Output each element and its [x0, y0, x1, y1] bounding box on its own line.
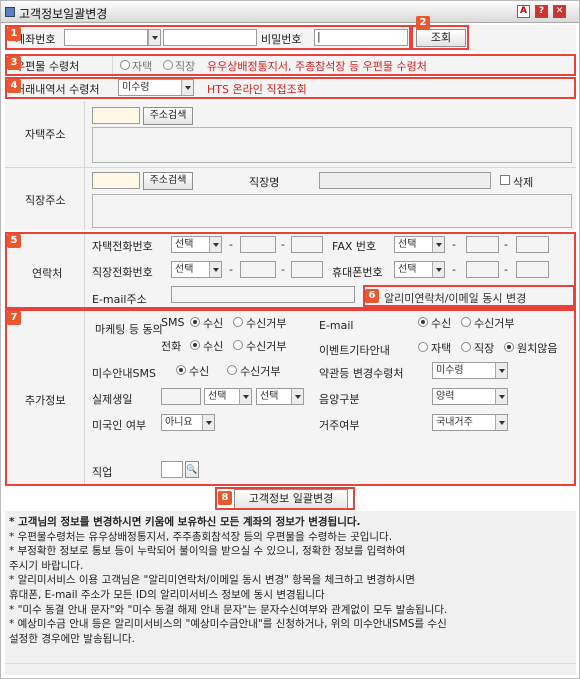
window-title: 고객정보일괄변경 [19, 7, 108, 21]
home-address-label: 자택주소 [25, 128, 66, 141]
app-icon [5, 7, 15, 17]
notice-line: * 예상미수금 안내 등은 알리미서비스의 "예상미수금안내"를 신청하거나, … [9, 618, 447, 631]
company-input[interactable] [319, 172, 491, 189]
notice-bold: * 고객님의 정보를 변경하시면 키움에 보유하신 모든 계좌의 정보가 변경됩… [9, 516, 361, 528]
notice-line: * 우편물수령처는 유우상배정통지서, 주주총회참석장 등의 우편물을 수령하는… [9, 530, 393, 543]
divider [84, 168, 85, 230]
customer-info-window: 고객정보일괄변경 A ? ✕ 계좌번호 비밀번호 | 조회 우편물 수령처 자택… [0, 0, 580, 679]
title-bar: 고객정보일괄변경 A ? ✕ [1, 1, 579, 23]
highlight-box-1 [5, 25, 411, 50]
work-zip-input[interactable] [92, 172, 140, 189]
home-address-detail[interactable] [92, 127, 572, 163]
highlight-box-8 [215, 487, 355, 510]
work-address-detail[interactable] [92, 194, 572, 228]
highlight-box-7 [5, 309, 576, 486]
help-icon[interactable]: ? [535, 5, 548, 18]
marker-2: 2 [416, 16, 430, 30]
marker-5: 5 [7, 234, 21, 248]
marker-3: 3 [7, 56, 21, 70]
divider [84, 101, 85, 167]
home-zip-input[interactable] [92, 107, 140, 124]
highlight-box-4 [5, 77, 576, 99]
marker-4: 4 [7, 79, 21, 93]
marker-8: 8 [218, 491, 232, 505]
horizontal-scrollbar[interactable] [5, 663, 576, 675]
notice-area: * 고객님의 정보를 변경하시면 키움에 보유하신 모든 계좌의 정보가 변경됩… [5, 511, 576, 666]
highlight-box-6 [363, 285, 575, 307]
marker-7: 7 [7, 311, 21, 325]
highlight-box-3 [5, 54, 576, 76]
notice-line: 주시기 바랍니다. [9, 559, 84, 572]
company-label: 직장명 [249, 176, 280, 189]
home-address-search-button[interactable]: 주소검색 [143, 107, 193, 125]
delete-label: 삭제 [513, 176, 534, 189]
notice-line: * 알리미서비스 이용 고객님은 "알리미연락처/이메일 동시 변경" 항목을 … [9, 574, 415, 587]
marker-6: 6 [365, 289, 379, 303]
notice-line: * 부정확한 정보로 통보 등이 누락되어 불이익을 받으실 수 있으니, 정확… [9, 545, 406, 558]
marker-1: 1 [7, 27, 21, 41]
lock-icon[interactable]: A [517, 5, 530, 18]
work-address-search-button[interactable]: 주소검색 [143, 172, 193, 190]
notice-line: 설정한 경우에만 발송됩니다. [9, 632, 135, 645]
notice-line: * "미수 동결 안내 문자"와 "미수 동결 해제 안내 문자"는 문자수신여… [9, 603, 448, 616]
notice-line: 휴대폰, E-mail 주소가 모든 ID의 알리미서비스 정보에 동시 변경됩… [9, 588, 325, 601]
delete-checkbox[interactable] [500, 175, 510, 185]
close-icon[interactable]: ✕ [553, 5, 566, 18]
work-address-label: 직장주소 [25, 194, 66, 207]
